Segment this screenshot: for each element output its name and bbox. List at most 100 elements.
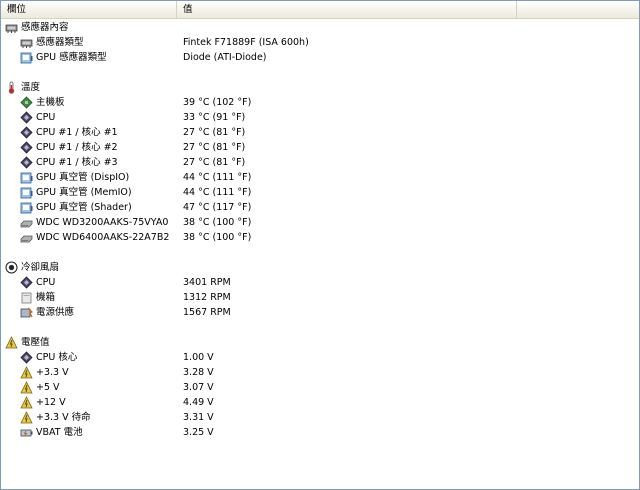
sensor-row[interactable]: GPU 真空管 (MemIO) 44 °C (111 °F) (1, 185, 639, 200)
sensor-value: 38 °C (100 °F) (183, 217, 252, 228)
sensor-label: 主機板 (36, 97, 65, 108)
sensor-value: 3.07 V (183, 382, 214, 393)
column-header-value[interactable]: 值 (177, 1, 517, 18)
sensor-label: 感應器類型 (36, 37, 84, 48)
thermometer-icon (5, 81, 18, 94)
sensor-value: 1.00 V (183, 352, 214, 363)
sensor-label: GPU 感應器類型 (36, 52, 107, 63)
sensor-value: Diode (ATI-Diode) (183, 52, 267, 63)
sensor-value: 27 °C (81 °F) (183, 127, 246, 138)
sensor-value: 44 °C (111 °F) (183, 187, 252, 198)
gpu-card-icon (20, 186, 33, 199)
sensor-label: +5 V (36, 382, 60, 393)
sensor-row[interactable]: GPU 真空管 (Shader) 47 °C (117 °F) (1, 200, 639, 215)
cpu-chip-icon (20, 126, 33, 139)
sensor-value: 1567 RPM (183, 307, 231, 318)
sensor-row[interactable]: WDC WD3200AAKS-75VYA0 38 °C (100 °F) (1, 215, 639, 230)
sensor-label: GPU 真空管 (DispIO) (36, 172, 130, 183)
sensor-row[interactable]: CPU #1 / 核心 #1 27 °C (81 °F) (1, 125, 639, 140)
sensor-row[interactable]: 電源供應 1567 RPM (1, 305, 639, 320)
sensor-row[interactable]: +5 V 3.07 V (1, 380, 639, 395)
voltage-warning-icon (20, 366, 33, 379)
sensor-row[interactable]: CPU #1 / 核心 #2 27 °C (81 °F) (1, 140, 639, 155)
gpu-card-icon (20, 201, 33, 214)
hard-drive-icon (20, 231, 33, 244)
sensor-row[interactable]: 感應器類型 Fintek F71889F (ISA 600h) (1, 35, 639, 50)
sensor-row[interactable]: CPU 核心 1.00 V (1, 350, 639, 365)
sensor-value: 1312 RPM (183, 292, 231, 303)
category-title: 電壓值 (21, 337, 50, 348)
cpu-chip-icon (20, 141, 33, 154)
category-title: 冷卻風扇 (21, 262, 60, 273)
power-supply-icon (20, 306, 33, 319)
sensor-label: WDC WD3200AAKS-75VYA0 (36, 217, 169, 228)
voltage-warning-icon (20, 396, 33, 409)
cpu-chip-icon (20, 351, 33, 364)
motherboard-icon (20, 96, 33, 109)
sensor-label: CPU 核心 (36, 352, 78, 363)
sensor-chip-icon (20, 36, 33, 49)
sensor-value: 44 °C (111 °F) (183, 172, 252, 183)
sensor-row[interactable]: +3.3 V 3.28 V (1, 365, 639, 380)
sensor-row[interactable]: CPU #1 / 核心 #3 27 °C (81 °F) (1, 155, 639, 170)
sensor-label: CPU (36, 112, 56, 123)
category-row[interactable]: 電壓值 (1, 335, 639, 350)
sensor-value: Fintek F71889F (ISA 600h) (183, 37, 309, 48)
cpu-chip-icon (20, 156, 33, 169)
sensor-label: CPU #1 / 核心 #2 (36, 142, 118, 153)
sensor-row[interactable]: GPU 感應器類型 Diode (ATI-Diode) (1, 50, 639, 65)
sensor-label: CPU #1 / 核心 #1 (36, 127, 118, 138)
category-row[interactable]: 感應器內容 (1, 20, 639, 35)
sensor-row[interactable]: +3.3 V 待命 3.31 V (1, 410, 639, 425)
sensor-value: 47 °C (117 °F) (183, 202, 252, 213)
sensor-label: 電源供應 (36, 307, 75, 318)
list-header: 欄位 值 (1, 1, 639, 19)
sensor-row[interactable]: GPU 真空管 (DispIO) 44 °C (111 °F) (1, 170, 639, 185)
battery-icon (20, 426, 33, 439)
sensor-value: 4.49 V (183, 397, 214, 408)
cpu-chip-icon (20, 111, 33, 124)
fan-icon (5, 261, 18, 274)
sensor-label: +3.3 V 待命 (36, 412, 91, 423)
chassis-icon (20, 291, 33, 304)
sensor-label: CPU #1 / 核心 #3 (36, 157, 118, 168)
sensor-value: 33 °C (91 °F) (183, 112, 246, 123)
sensor-value: 3401 RPM (183, 277, 231, 288)
sensor-label: +12 V (36, 397, 66, 408)
sensor-row[interactable]: VBAT 電池 3.25 V (1, 425, 639, 440)
sensor-label: CPU (36, 277, 56, 288)
sensor-row[interactable]: 機箱 1312 RPM (1, 290, 639, 305)
category-row[interactable]: 冷卻風扇 (1, 260, 639, 275)
sensor-value: 38 °C (100 °F) (183, 232, 252, 243)
sensor-label: GPU 真空管 (MemIO) (36, 187, 132, 198)
sensor-value: 27 °C (81 °F) (183, 157, 246, 168)
sensor-label: +3.3 V (36, 367, 69, 378)
voltage-warning-icon (5, 336, 18, 349)
sensor-row[interactable]: 主機板 39 °C (102 °F) (1, 95, 639, 110)
column-header-field[interactable]: 欄位 (1, 1, 177, 18)
category-title: 感應器內容 (21, 22, 69, 33)
voltage-warning-icon (20, 381, 33, 394)
voltage-warning-icon (20, 411, 33, 424)
sensor-row[interactable]: WDC WD6400AAKS-22A7B2 38 °C (100 °F) (1, 230, 639, 245)
sensor-row[interactable]: CPU 33 °C (91 °F) (1, 110, 639, 125)
column-header-empty[interactable] (517, 1, 639, 18)
sensor-value: 3.28 V (183, 367, 214, 378)
sensor-label: 機箱 (36, 292, 56, 303)
sensor-value: 3.25 V (183, 427, 214, 438)
cpu-chip-icon (20, 276, 33, 289)
category-row[interactable]: 溫度 (1, 80, 639, 95)
sensor-value: 3.31 V (183, 412, 214, 423)
gpu-card-icon (20, 51, 33, 64)
sensor-label: WDC WD6400AAKS-22A7B2 (36, 232, 170, 243)
sensor-list-view[interactable]: 欄位 值 感應器內容感應器類型 Fintek F71889F (ISA 600h)… (0, 0, 640, 490)
category-title: 溫度 (21, 82, 41, 93)
sensor-label: GPU 真空管 (Shader) (36, 202, 132, 213)
sensor-row[interactable]: CPU 3401 RPM (1, 275, 639, 290)
sensor-label: VBAT 電池 (36, 427, 83, 438)
gpu-card-icon (20, 171, 33, 184)
sensor-value: 39 °C (102 °F) (183, 97, 252, 108)
sensor-row[interactable]: +12 V 4.49 V (1, 395, 639, 410)
hard-drive-icon (20, 216, 33, 229)
sensor-value: 27 °C (81 °F) (183, 142, 246, 153)
